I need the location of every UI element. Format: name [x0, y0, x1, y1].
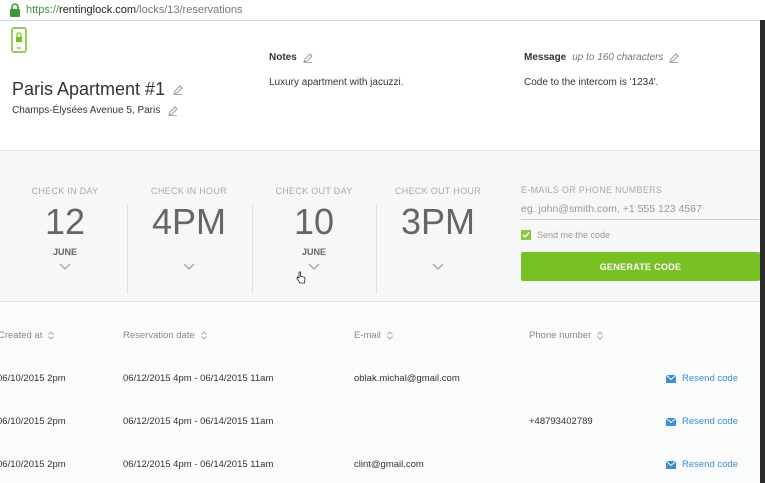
header-email-label: E-mail — [354, 330, 381, 341]
lock-header: Paris Apartment #1 Champs-Élysées Avenue… — [0, 21, 760, 149]
chevron-down-icon[interactable] — [308, 263, 320, 271]
check-in-day-value: 12 — [44, 201, 86, 242]
row-2-resend-label: Resend code — [682, 416, 738, 427]
lock-address-text: Champs-Élysées Avenue 5, Paris — [12, 105, 161, 116]
sort-icon[interactable] — [200, 331, 207, 340]
check-in-day-picker[interactable]: CHECK IN DAY 12 JUNE — [2, 151, 128, 281]
row-2-reservation-date: 06/12/2015 4pm - 06/14/2015 11am — [123, 416, 274, 427]
send-me-code-label: Send me the code — [537, 230, 611, 240]
send-me-code-checkbox[interactable] — [521, 230, 531, 240]
sort-icon[interactable] — [597, 331, 604, 340]
notes-label-text: Notes — [269, 52, 297, 63]
envelope-icon — [666, 460, 676, 469]
row-1-created-at: 06/10/2015 2pm — [0, 373, 66, 384]
header-phone-label: Phone number — [529, 330, 592, 341]
chevron-down-icon[interactable] — [432, 263, 444, 271]
message-label-text: Message — [524, 52, 567, 63]
header-email[interactable]: E-mail — [354, 330, 393, 341]
check-out-hour-picker[interactable]: CHECK OUT HOUR 3PM — [375, 151, 501, 281]
message-hint: up to 160 characters — [572, 52, 664, 63]
envelope-icon — [666, 417, 676, 426]
check-in-day-label: CHECK IN DAY — [31, 186, 99, 196]
check-out-hour-label: CHECK OUT HOUR — [394, 186, 482, 196]
row-3-resend-label: Resend code — [682, 459, 738, 470]
envelope-icon — [666, 374, 676, 383]
row-3-reservation-date: 06/12/2015 4pm - 06/14/2015 11am — [123, 459, 274, 470]
row-2-resend-code-link[interactable]: Resend code — [666, 416, 738, 427]
row-1-resend-code-link[interactable]: Resend code — [666, 373, 738, 384]
message-label: Message up to 160 characters — [524, 52, 680, 63]
header-reservation-date[interactable]: Reservation date — [123, 330, 207, 341]
edit-address-pencil-icon[interactable] — [168, 105, 178, 116]
url-scheme: https:// — [26, 4, 60, 16]
header-phone[interactable]: Phone number — [529, 330, 604, 341]
row-1-reservation-date: 06/12/2015 4pm - 06/14/2015 11am — [123, 373, 274, 384]
header-reservation-date-label: Reservation date — [123, 330, 195, 341]
row-2-phone: +48793402789 — [529, 416, 593, 427]
window-edge — [760, 20, 765, 483]
padlock-icon — [10, 3, 20, 17]
url-path: /locks/13/reservations — [136, 4, 243, 16]
check-in-hour-value: 4PM — [151, 201, 227, 242]
notes-text: Luxury apartment with jacuzzi. — [269, 77, 404, 88]
row-3-email: clint@gmail.com — [354, 459, 424, 470]
check-in-month: JUNE — [52, 247, 77, 257]
address-bar[interactable]: https:// rentinglock.com /locks/13/reser… — [0, 0, 765, 21]
check-out-day-value: 10 — [293, 201, 335, 242]
row-1-resend-label: Resend code — [682, 373, 738, 384]
send-me-code-row[interactable]: Send me the code — [521, 230, 610, 240]
check-in-hour-picker[interactable]: CHECK IN HOUR 4PM — [126, 151, 252, 281]
notes-label: Notes — [269, 52, 313, 63]
sort-icon[interactable] — [387, 331, 393, 340]
smart-lock-icon — [11, 27, 27, 53]
checkmark-icon — [522, 232, 530, 239]
check-out-month: JUNE — [301, 247, 326, 257]
edit-title-pencil-icon[interactable] — [173, 84, 183, 95]
row-2-created-at: 06/10/2015 2pm — [0, 416, 66, 427]
edit-message-pencil-icon[interactable] — [669, 52, 680, 63]
edit-notes-pencil-icon[interactable] — [303, 52, 313, 63]
lock-title: Paris Apartment #1 — [12, 79, 183, 100]
hand-cursor-icon — [296, 271, 306, 284]
generate-code-button[interactable]: GENERATE CODE — [521, 252, 760, 281]
reservation-form: CHECK IN DAY 12 JUNE CHECK IN HOUR 4PM C… — [0, 150, 760, 302]
contacts-label: E-MAILS OR PHONE NUMBERS — [521, 185, 663, 195]
lock-title-text: Paris Apartment #1 — [12, 79, 166, 99]
row-3-created-at: 06/10/2015 2pm — [0, 459, 66, 470]
sort-icon[interactable] — [48, 331, 55, 340]
row-1-email: oblak.michal@gmail.com — [354, 373, 460, 384]
chevron-down-icon[interactable] — [59, 263, 71, 271]
check-out-day-label: CHECK OUT DAY — [275, 186, 353, 196]
contacts-input[interactable] — [521, 199, 759, 220]
chevron-down-icon[interactable] — [183, 263, 195, 271]
row-3-resend-code-link[interactable]: Resend code — [666, 459, 738, 470]
message-text: Code to the intercom is '1234'. — [524, 77, 659, 88]
check-out-hour-value: 3PM — [400, 201, 476, 242]
url-host: rentinglock.com — [59, 4, 137, 16]
header-created-at-label: Created at — [0, 330, 43, 341]
check-in-hour-label: CHECK IN HOUR — [151, 186, 227, 196]
header-created-at[interactable]: Created at — [0, 330, 55, 341]
reservations-table: Created at Reservation date E-mail Phone… — [0, 302, 760, 483]
check-out-day-picker[interactable]: CHECK OUT DAY 10 JUNE — [251, 151, 377, 281]
lock-address: Champs-Élysées Avenue 5, Paris — [12, 105, 178, 116]
